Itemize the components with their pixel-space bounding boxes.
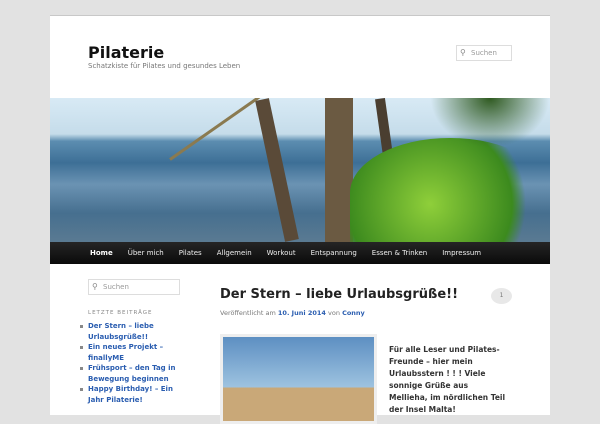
meta-prefix: Veröffentlicht am [220, 309, 276, 317]
header-image [50, 98, 550, 242]
search-placeholder: Suchen [103, 283, 129, 291]
recent-post-link[interactable]: Ein neues Projekt – finallyME [78, 342, 178, 363]
palm-leaves [350, 138, 550, 242]
hammock [169, 98, 311, 161]
comment-count-bubble[interactable]: 1 [491, 288, 512, 304]
recent-post-link[interactable]: Happy Birthday! – Ein Jahr Pilaterie! [78, 384, 178, 405]
recent-posts-heading: LETZTE BEITRÄGE [88, 310, 153, 316]
site-title[interactable]: Pilaterie [88, 43, 164, 62]
meta-by: von [328, 309, 340, 317]
palm-trunk [325, 98, 353, 242]
palm-canopy [430, 98, 550, 148]
post-date[interactable]: 10. Juni 2014 [278, 309, 326, 317]
post-meta: Veröffentlicht am 10. Juni 2014 von Conn… [220, 309, 365, 317]
post-body: Für alle Leser und Pilates-Freunde – hie… [389, 345, 506, 414]
post-photo [220, 334, 377, 424]
sidebar-search-input[interactable]: ⚲ Suchen [88, 279, 180, 295]
search-icon: ⚲ [460, 48, 466, 57]
main-nav: Home Über mich Pilates Allgemein Workout… [50, 242, 550, 264]
recent-post-link[interactable]: Frühsport – den Tag in Bewegung beginnen [78, 363, 178, 384]
nav-workout[interactable]: Workout [267, 242, 296, 264]
nav-pilates[interactable]: Pilates [179, 242, 202, 264]
recent-post-link[interactable]: Der Stern – liebe Urlaubsgrüße!! [78, 321, 178, 342]
nav-allgemein[interactable]: Allgemein [217, 242, 252, 264]
nav-ueber-mich[interactable]: Über mich [128, 242, 164, 264]
site-tagline: Schatzkiste für Pilates und gesundes Leb… [88, 62, 241, 70]
post-author[interactable]: Conny [342, 309, 365, 317]
recent-posts-list: Der Stern – liebe Urlaubsgrüße!! Ein neu… [78, 321, 178, 405]
nav-entspannung[interactable]: Entspannung [311, 242, 357, 264]
post-title[interactable]: Der Stern – liebe Urlaubsgrüße!! [220, 287, 458, 302]
header-search-input[interactable]: ⚲ Suchen [456, 45, 512, 61]
nav-essen-trinken[interactable]: Essen & Trinken [372, 242, 427, 264]
nav-impressum[interactable]: Impressum [442, 242, 481, 264]
palm-trunk [255, 98, 299, 242]
nav-home[interactable]: Home [90, 242, 113, 264]
search-placeholder: Suchen [471, 49, 497, 57]
page: Pilaterie Schatzkiste für Pilates und ge… [50, 15, 550, 424]
search-icon: ⚲ [92, 282, 98, 291]
